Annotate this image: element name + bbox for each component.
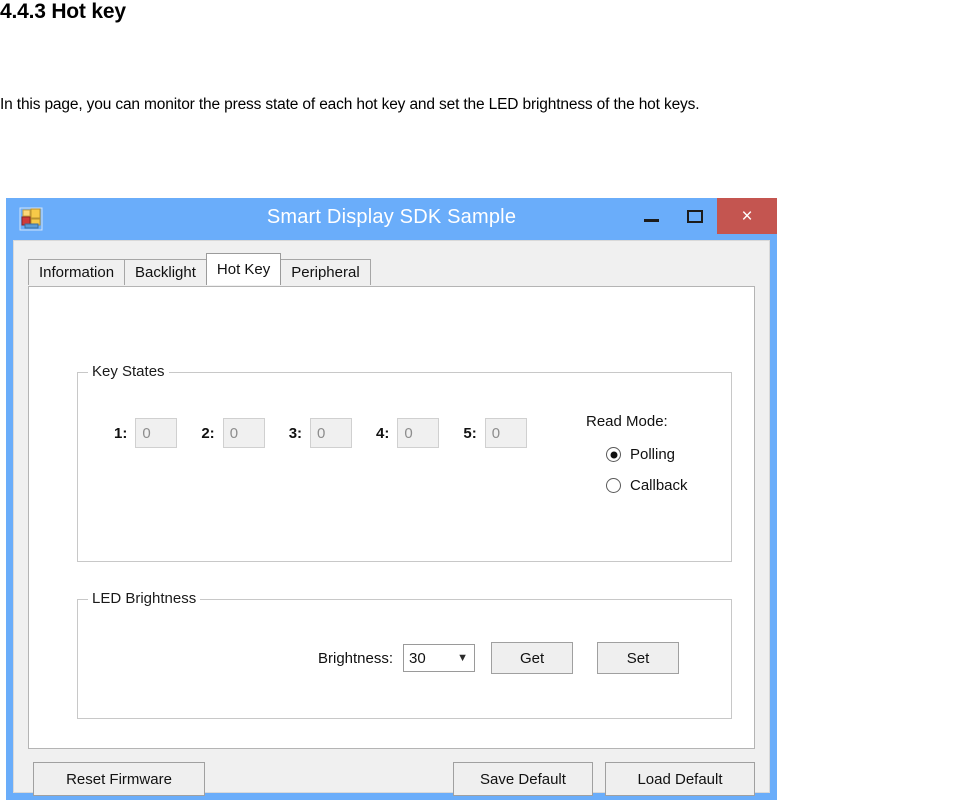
page-description: In this page, you can monitor the press … bbox=[0, 96, 700, 113]
key-state-label: 1: bbox=[114, 424, 128, 442]
tab-backlight[interactable]: Backlight bbox=[124, 259, 207, 285]
brightness-row: Brightness: 30 ▼ Get Set bbox=[318, 642, 703, 674]
set-button[interactable]: Set bbox=[597, 642, 680, 674]
minimize-button[interactable] bbox=[629, 198, 673, 234]
reset-firmware-button[interactable]: Reset Firmware bbox=[33, 762, 205, 796]
key-state-label: 2: bbox=[201, 424, 215, 442]
read-mode-option-label: Polling bbox=[630, 446, 676, 463]
radio-icon bbox=[606, 478, 621, 493]
key-states-row: 1: 0 2: 0 3: 0 4: 0 5: 0 bbox=[114, 418, 551, 448]
key-state-5: 5: 0 bbox=[463, 418, 527, 448]
key-state-3: 3: 0 bbox=[288, 418, 353, 448]
key-state-value-input[interactable]: 0 bbox=[222, 418, 265, 448]
set-button-label: Set bbox=[626, 649, 650, 667]
window-controls: × bbox=[629, 198, 777, 234]
tab-label: Hot Key bbox=[216, 261, 271, 278]
get-button[interactable]: Get bbox=[491, 642, 574, 674]
read-mode-section: Read Mode: Polling Callback bbox=[586, 413, 736, 508]
led-brightness-group-title: LED Brightness bbox=[88, 590, 201, 607]
page-title: 4.4.3 Hot key bbox=[0, 0, 126, 23]
close-button[interactable]: × bbox=[717, 198, 777, 234]
key-state-value-input[interactable]: 0 bbox=[397, 418, 440, 448]
tab-panel-hot-key: Key States 1: 0 2: 0 3: 0 4: 0 5: 0 Read… bbox=[28, 286, 755, 749]
load-default-button-label: Load Default bbox=[637, 770, 723, 788]
application-window: Smart Display SDK Sample × Information B… bbox=[6, 198, 777, 800]
save-default-button[interactable]: Save Default bbox=[453, 762, 593, 796]
brightness-select[interactable]: 30 ▼ bbox=[403, 644, 476, 672]
key-state-1: 1: 0 bbox=[114, 418, 178, 448]
bottom-button-bar: Reset Firmware Save Default Load Default bbox=[28, 762, 755, 802]
key-state-value-input[interactable]: 0 bbox=[484, 418, 527, 448]
tab-label: Peripheral bbox=[291, 264, 360, 281]
maximize-button[interactable] bbox=[673, 198, 717, 234]
radio-icon bbox=[606, 447, 621, 462]
read-mode-label: Read Mode: bbox=[586, 413, 668, 430]
key-state-label: 5: bbox=[463, 424, 477, 442]
key-states-group: Key States 1: 0 2: 0 3: 0 4: 0 5: 0 Read… bbox=[77, 363, 732, 562]
chevron-down-icon: ▼ bbox=[457, 651, 469, 664]
key-state-2: 2: 0 bbox=[201, 418, 265, 448]
key-state-label: 3: bbox=[288, 424, 303, 442]
close-icon: × bbox=[741, 205, 753, 227]
key-state-label: 4: bbox=[376, 424, 390, 442]
maximize-icon bbox=[687, 209, 703, 223]
read-mode-option-callback[interactable]: Callback bbox=[606, 477, 736, 494]
tab-peripheral[interactable]: Peripheral bbox=[280, 259, 371, 285]
brightness-label: Brightness: bbox=[318, 649, 394, 667]
tab-hot-key[interactable]: Hot Key bbox=[205, 253, 282, 285]
key-state-value-input[interactable]: 0 bbox=[310, 418, 353, 448]
tab-information[interactable]: Information bbox=[28, 259, 126, 285]
get-button-label: Get bbox=[519, 649, 545, 667]
window-titlebar: Smart Display SDK Sample × bbox=[6, 198, 777, 240]
key-state-4: 4: 0 bbox=[376, 418, 440, 448]
key-state-value-input[interactable]: 0 bbox=[135, 418, 178, 448]
tab-label: Backlight bbox=[135, 264, 196, 281]
read-mode-option-polling[interactable]: Polling bbox=[606, 446, 736, 463]
tab-label: Information bbox=[39, 264, 115, 281]
led-brightness-group: LED Brightness Brightness: 30 ▼ Get Set bbox=[77, 590, 732, 719]
key-states-group-title: Key States bbox=[88, 363, 169, 380]
minimize-icon bbox=[643, 218, 659, 222]
save-default-button-label: Save Default bbox=[480, 770, 566, 788]
reset-firmware-button-label: Reset Firmware bbox=[66, 770, 172, 788]
brightness-selected-value: 30 bbox=[409, 649, 426, 667]
read-mode-option-label: Callback bbox=[630, 477, 688, 494]
load-default-button[interactable]: Load Default bbox=[605, 762, 755, 796]
tabstrip: Information Backlight Hot Key Peripheral bbox=[28, 253, 371, 285]
window-client-area: Information Backlight Hot Key Peripheral… bbox=[13, 240, 770, 796]
